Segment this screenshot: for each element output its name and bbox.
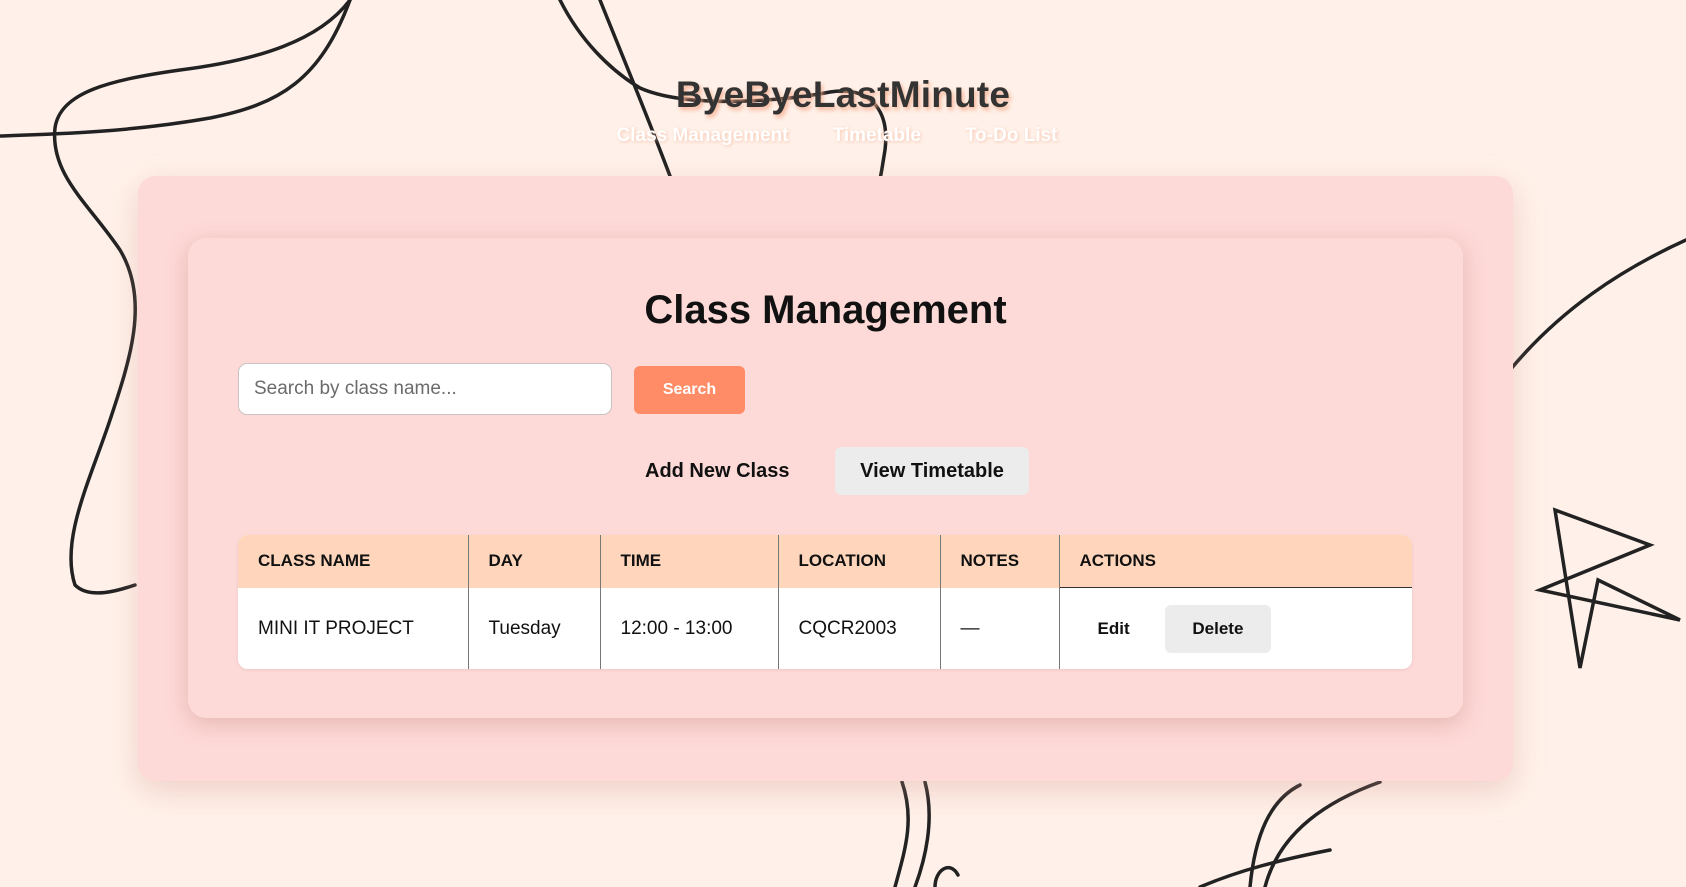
- search-input[interactable]: [238, 363, 612, 415]
- cell-time: 12:00 - 13:00: [600, 587, 779, 669]
- app-title: ByeByeLastMinute: [675, 74, 1011, 115]
- cell-day: Tuesday: [468, 587, 601, 669]
- table-row: MINI IT PROJECT Tuesday 12:00 - 13:00 CQ…: [238, 587, 1412, 669]
- table-header-row: CLASS NAME DAY TIME LOCATION NOTES ACTIO…: [238, 535, 1412, 588]
- cell-location: CQCR2003: [778, 587, 941, 669]
- page-title: Class Management: [644, 288, 1007, 332]
- delete-button[interactable]: Delete: [1164, 605, 1271, 653]
- add-new-class-link[interactable]: Add New Class: [645, 460, 789, 483]
- cell-notes: —: [940, 587, 1060, 669]
- column-header-day: DAY: [468, 535, 601, 588]
- cell-class-name: MINI IT PROJECT: [238, 587, 469, 669]
- nav-item-class-management[interactable]: Class Management: [617, 125, 789, 147]
- view-timetable-button[interactable]: View Timetable: [835, 447, 1029, 495]
- nav-item-timetable[interactable]: Timetable: [833, 125, 921, 147]
- column-header-actions: ACTIONS: [1059, 535, 1412, 588]
- nav-item-todo-list[interactable]: To-Do List: [965, 125, 1058, 147]
- classes-table: CLASS NAME DAY TIME LOCATION NOTES ACTIO…: [238, 535, 1412, 669]
- edit-button[interactable]: Edit: [1080, 606, 1148, 652]
- class-management-card: Class Management Search Add New Class Vi…: [188, 238, 1463, 718]
- column-header-notes: NOTES: [940, 535, 1060, 588]
- column-header-class-name: CLASS NAME: [238, 535, 469, 588]
- cell-actions: Edit Delete: [1058, 587, 1412, 669]
- column-header-location: LOCATION: [778, 535, 941, 588]
- search-button[interactable]: Search: [634, 366, 745, 414]
- main-nav: Class Management Timetable To-Do List: [0, 125, 1686, 147]
- column-header-time: TIME: [600, 535, 779, 588]
- site-header: ByeByeLastMinute Class Management Timeta…: [0, 0, 1686, 170]
